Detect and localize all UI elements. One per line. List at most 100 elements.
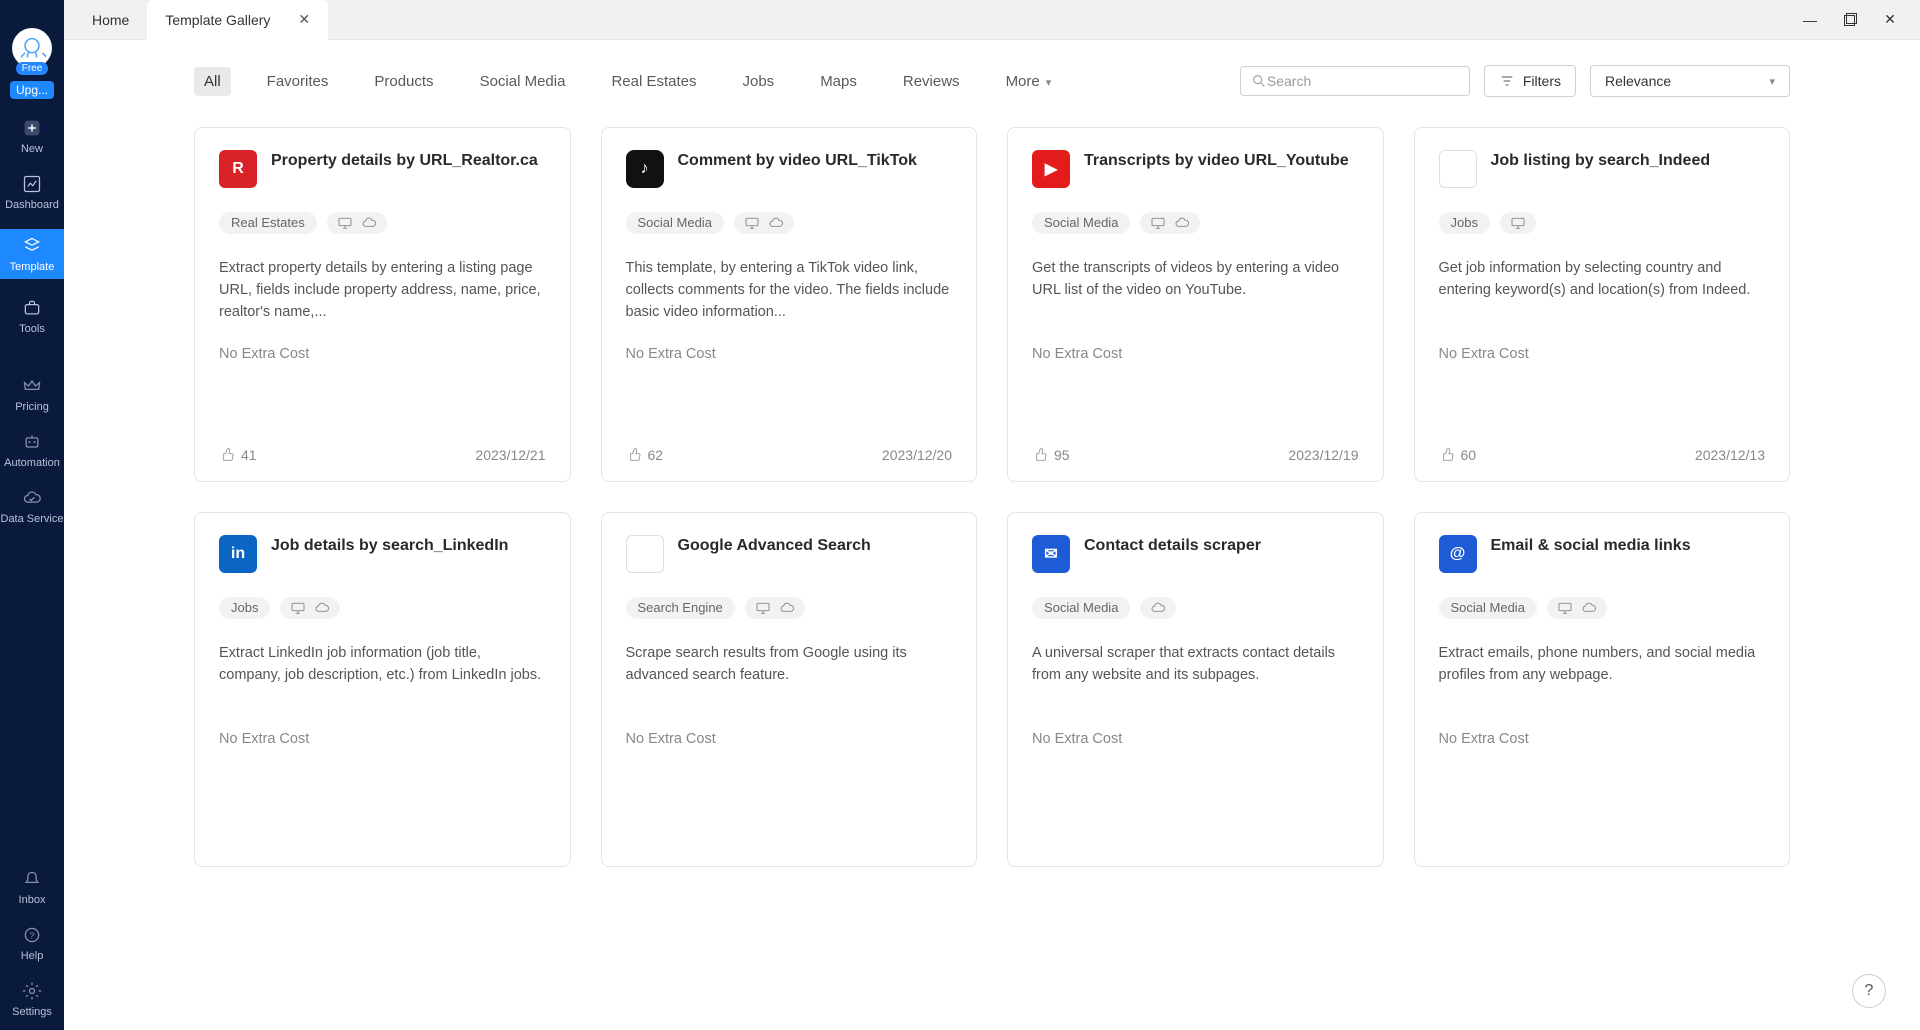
card-cost: No Extra Cost [1439,731,1766,747]
card-footer: 62 2023/12/20 [626,447,953,463]
sidebar-item-label: Pricing [15,401,49,413]
template-card[interactable]: ✉ Contact details scraper Social Media A… [1007,512,1384,867]
sidebar-item-new[interactable]: New [0,117,64,155]
cat-favorites[interactable]: Favorites [257,67,339,96]
cloud-icon [314,600,330,616]
like-count: 62 [626,447,664,463]
sidebar: Free Upg... New Dashboard Template Tools… [0,0,64,1030]
help-icon: ? [21,924,43,946]
card-head: ♪ Comment by video URL_TikTok [626,150,953,200]
filters-button[interactable]: Filters [1484,65,1576,97]
upgrade-button[interactable]: Upg... [10,81,54,99]
filter-bar: All Favorites Products Social Media Real… [194,65,1790,97]
card-description: Extract emails, phone numbers, and socia… [1439,643,1766,709]
search-input-wrap[interactable] [1240,66,1470,96]
bell-icon [21,868,43,890]
search-input[interactable] [1267,73,1459,89]
sidebar-item-label: Data Service [1,513,64,525]
platform-chip [280,597,340,619]
sidebar-item-label: Tools [19,323,45,335]
chevron-down-icon: ▾ [1046,77,1052,89]
card-title: Job listing by search_Indeed [1491,150,1711,172]
close-icon[interactable]: ✕ [298,11,310,28]
sidebar-item-settings[interactable]: Settings [0,980,64,1018]
card-logo: R [219,150,257,188]
card-cost: No Extra Cost [1032,731,1359,747]
cat-all[interactable]: All [194,67,231,96]
sidebar-item-data-service[interactable]: Data Service [0,487,64,525]
category-chip: Social Media [626,212,724,234]
cat-products[interactable]: Products [364,67,443,96]
card-head: ▶ Transcripts by video URL_Youtube [1032,150,1359,200]
like-number: 62 [648,447,664,463]
sidebar-item-inbox[interactable]: Inbox [0,868,64,906]
card-head: Job listing by search_Indeed [1439,150,1766,200]
desktop-icon [1557,600,1573,616]
sidebar-item-dashboard[interactable]: Dashboard [0,173,64,211]
card-chips: Social Media [1439,597,1766,619]
cat-reviews[interactable]: Reviews [893,67,970,96]
sidebar-item-pricing[interactable]: Pricing [0,375,64,413]
sidebar-item-tools[interactable]: Tools [0,297,64,335]
sort-select[interactable]: Relevance ▾ [1590,65,1790,97]
sidebar-item-template[interactable]: Template [0,229,64,279]
card-cost: No Extra Cost [219,346,546,362]
card-head: @ Email & social media links [1439,535,1766,585]
cat-maps[interactable]: Maps [810,67,867,96]
filters-label: Filters [1523,73,1561,89]
like-count: 60 [1439,447,1477,463]
close-button[interactable]: ✕ [1870,0,1910,40]
help-bubble[interactable]: ? [1852,974,1886,1008]
template-card[interactable]: @ Email & social media links Social Medi… [1414,512,1791,867]
template-card[interactable]: R Property details by URL_Realtor.ca Rea… [194,127,571,482]
tab-label: Template Gallery [165,12,270,28]
template-card[interactable]: ♪ Comment by video URL_TikTok Social Med… [601,127,978,482]
maximize-button[interactable] [1830,0,1870,40]
cat-real-estates[interactable]: Real Estates [601,67,706,96]
card-cost: No Extra Cost [1032,346,1359,362]
gear-icon [21,980,43,1002]
card-chips: Jobs [1439,212,1766,234]
cat-jobs[interactable]: Jobs [733,67,785,96]
chevron-down-icon: ▾ [1769,75,1775,88]
card-cost: No Extra Cost [1439,346,1766,362]
card-logo: ▶ [1032,150,1070,188]
card-footer: 95 2023/12/19 [1032,447,1359,463]
cloud-icon [779,600,795,616]
template-card[interactable]: Google Advanced Search Search Engine Scr… [601,512,978,867]
cat-label: More [1006,73,1040,90]
search-icon [1251,73,1267,89]
window-controls: — ✕ [1790,0,1910,40]
sidebar-item-automation[interactable]: Automation [0,431,64,469]
category-chip: Real Estates [219,212,317,234]
template-card[interactable]: Job listing by search_Indeed Jobs Get jo… [1414,127,1791,482]
platform-chip [1140,212,1200,234]
tab-template-gallery[interactable]: Template Gallery ✕ [147,0,328,40]
like-number: 60 [1461,447,1477,463]
card-logo: in [219,535,257,573]
cat-social-media[interactable]: Social Media [470,67,576,96]
category-tabs: All Favorites Products Social Media Real… [194,67,1061,96]
robot-icon [21,431,43,453]
card-chips: Real Estates [219,212,546,234]
sidebar-item-help[interactable]: ? Help [0,924,64,962]
card-title: Transcripts by video URL_Youtube [1084,150,1349,172]
minimize-button[interactable]: — [1790,0,1830,40]
card-cost: No Extra Cost [626,346,953,362]
template-card[interactable]: ▶ Transcripts by video URL_Youtube Socia… [1007,127,1384,482]
card-footer: 41 2023/12/21 [219,447,546,463]
right-controls: Filters Relevance ▾ [1240,65,1790,97]
tab-home[interactable]: Home [74,0,147,40]
octopus-icon [18,34,46,62]
card-description: Scrape search results from Google using … [626,643,953,709]
cat-more[interactable]: More ▾ [996,67,1062,96]
card-chips: Social Media [626,212,953,234]
sort-label: Relevance [1605,73,1671,89]
sidebar-item-label: Help [21,950,44,962]
card-date: 2023/12/21 [475,447,545,463]
cloud-check-icon [21,487,43,509]
card-description: Extract property details by entering a l… [219,258,546,324]
card-cost: No Extra Cost [219,731,546,747]
template-card[interactable]: in Job details by search_LinkedIn Jobs E… [194,512,571,867]
template-icon [21,235,43,257]
